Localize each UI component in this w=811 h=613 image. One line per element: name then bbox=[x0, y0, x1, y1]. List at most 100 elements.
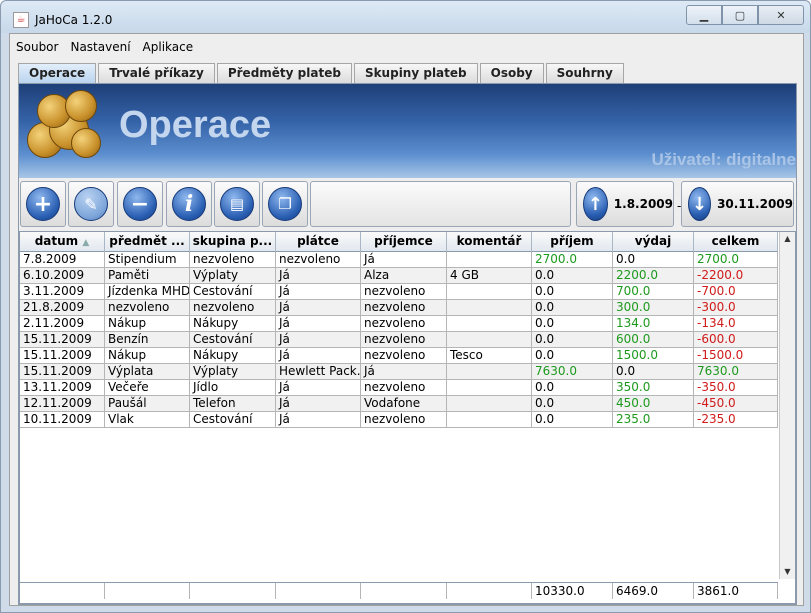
arrow-up-icon: ↑ bbox=[583, 187, 608, 221]
table-body: 7.8.2009 Stipendium nezvoleno nezvoleno Já 27… bbox=[20, 252, 778, 428]
cell-celkem: 2700.0 bbox=[694, 252, 778, 267]
column-header-prijem[interactable]: příjem bbox=[532, 232, 613, 252]
column-header-platce[interactable]: plátce bbox=[276, 232, 361, 252]
cell-platce: Já bbox=[276, 396, 361, 411]
cell-prijem: 0.0 bbox=[532, 316, 613, 331]
cell-celkem: -600.0 bbox=[694, 332, 778, 347]
column-header-vydaj[interactable]: výdaj bbox=[613, 232, 694, 252]
cell-platce: Já bbox=[276, 268, 361, 283]
cell-skupina: Cestování bbox=[190, 412, 276, 427]
tab-osoby[interactable]: Osoby bbox=[479, 63, 544, 83]
column-header-skupina[interactable]: skupina p... bbox=[190, 232, 276, 252]
table-row[interactable]: 15.11.2009 Výplata Výplaty Hewlett Pack... J… bbox=[20, 364, 778, 380]
tab-bar: Operace Trvalé příkazy Předměty plateb S… bbox=[18, 63, 626, 84]
cell-celkem: -450.0 bbox=[694, 396, 778, 411]
table-row[interactable]: 13.11.2009 Večeře Jídlo Já nezvoleno 0.0 350.0… bbox=[20, 380, 778, 396]
cell-prijemce: Já bbox=[361, 364, 447, 379]
table-row[interactable]: 7.8.2009 Stipendium nezvoleno nezvoleno Já 27… bbox=[20, 252, 778, 268]
cell-predmet: Benzín bbox=[105, 332, 190, 347]
table-row[interactable]: 21.8.2009 nezvoleno nezvoleno Já nezvoleno 0.… bbox=[20, 300, 778, 316]
cell-komentar bbox=[447, 412, 532, 427]
menu-aplikace[interactable]: Aplikace bbox=[143, 40, 194, 54]
table-row[interactable]: 3.11.2009 Jízdenka MHD Cestování Já nezvolen… bbox=[20, 284, 778, 300]
column-header-prijemce[interactable]: příjemce bbox=[361, 232, 447, 252]
add-button[interactable]: + bbox=[20, 181, 66, 227]
table-row[interactable]: 12.11.2009 Paušál Telefon Já Vodafone 0.0 450.… bbox=[20, 396, 778, 412]
print-icon: ▤ bbox=[220, 187, 254, 221]
date-from-label: 1.8.2009 bbox=[613, 197, 673, 211]
cell-skupina: nezvoleno bbox=[190, 300, 276, 315]
cell-prijem: 0.0 bbox=[532, 284, 613, 299]
date-to-button[interactable]: ↓ 30.11.2009 bbox=[681, 181, 794, 227]
window-controls: ▁ ▢ ✕ bbox=[686, 5, 804, 25]
remove-icon: − bbox=[123, 187, 157, 221]
toolbar-spacer bbox=[310, 181, 571, 227]
cell-platce: Já bbox=[276, 412, 361, 427]
minimize-button[interactable]: ▁ bbox=[686, 5, 722, 25]
sort-ascending-icon: ▲ bbox=[82, 238, 90, 248]
cell-prijem: 0.0 bbox=[532, 396, 613, 411]
copy-button[interactable]: ❐ bbox=[262, 181, 308, 227]
cell-prijemce: Já bbox=[361, 252, 447, 267]
cell-komentar bbox=[447, 380, 532, 395]
cell-platce: Já bbox=[276, 284, 361, 299]
tab-souhrny[interactable]: Souhrny bbox=[545, 63, 624, 83]
scroll-down-icon[interactable]: ▼ bbox=[780, 565, 795, 579]
cell-prijemce: Alza bbox=[361, 268, 447, 283]
cell-vydaj: 0.0 bbox=[613, 252, 694, 267]
info-button[interactable]: i bbox=[166, 181, 212, 227]
app-window: ☕ JaHoCa 1.2.0 ▁ ▢ ✕ Soubor Nastavení Ap… bbox=[0, 0, 811, 613]
tab-operace[interactable]: Operace bbox=[18, 63, 97, 84]
cell-prijemce: Vodafone bbox=[361, 396, 447, 411]
table-row[interactable]: 15.11.2009 Nákup Nákupy Já nezvoleno Tesco 0.0… bbox=[20, 348, 778, 364]
table-row[interactable]: 2.11.2009 Nákup Nákupy Já nezvoleno 0.0 134.0-… bbox=[20, 316, 778, 332]
total-cell bbox=[447, 583, 532, 599]
date-from-button[interactable]: ↑ 1.8.2009 bbox=[576, 181, 674, 227]
column-header-predmet[interactable]: předmět ... bbox=[105, 232, 190, 252]
cell-celkem: -1500.0 bbox=[694, 348, 778, 363]
cell-platce: Já bbox=[276, 316, 361, 331]
cell-komentar bbox=[447, 316, 532, 331]
column-header-celkem[interactable]: celkem bbox=[694, 232, 778, 252]
cell-skupina: Nákupy bbox=[190, 316, 276, 331]
tab-skupiny-plateb[interactable]: Skupiny plateb bbox=[353, 63, 478, 83]
cell-komentar bbox=[447, 300, 532, 315]
cell-prijemce: nezvoleno bbox=[361, 316, 447, 331]
column-header-datum[interactable]: datum ▲ bbox=[20, 232, 105, 252]
table-row[interactable]: 10.11.2009 Vlak Cestování Já nezvoleno 0.0 235… bbox=[20, 412, 778, 428]
menu-soubor[interactable]: Soubor bbox=[16, 40, 58, 54]
scroll-up-icon[interactable]: ▲ bbox=[780, 232, 795, 246]
tab-trvale-prikazy[interactable]: Trvalé příkazy bbox=[98, 63, 215, 83]
cell-platce: Já bbox=[276, 332, 361, 347]
total-cell bbox=[105, 583, 190, 599]
maximize-button[interactable]: ▢ bbox=[722, 5, 758, 25]
info-icon: i bbox=[172, 187, 206, 221]
cell-datum: 7.8.2009 bbox=[20, 252, 105, 267]
table-row[interactable]: 15.11.2009 Benzín Cestování Já nezvoleno 0.0 6… bbox=[20, 332, 778, 348]
cell-prijem: 0.0 bbox=[532, 332, 613, 347]
vertical-scrollbar[interactable]: ▲ ▼ bbox=[779, 232, 795, 579]
table-row[interactable]: 6.10.2009 Paměti Výplaty Já Alza 4 GB 0.0 2200.… bbox=[20, 268, 778, 284]
cell-datum: 15.11.2009 bbox=[20, 348, 105, 363]
cell-datum: 21.8.2009 bbox=[20, 300, 105, 315]
cell-komentar bbox=[447, 364, 532, 379]
title-bar[interactable]: ☕ JaHoCa 1.2.0 ▁ ▢ ✕ bbox=[1, 1, 810, 33]
cell-skupina: Výplaty bbox=[190, 364, 276, 379]
cell-komentar: 4 GB bbox=[447, 268, 532, 283]
minimize-icon: ▁ bbox=[699, 8, 709, 22]
menu-nastaveni[interactable]: Nastavení bbox=[70, 40, 130, 54]
edit-button[interactable]: ✎ bbox=[68, 181, 114, 227]
cell-platce: Hewlett Pack... bbox=[276, 364, 361, 379]
cell-platce: Já bbox=[276, 300, 361, 315]
cell-platce: Já bbox=[276, 348, 361, 363]
remove-button[interactable]: − bbox=[117, 181, 163, 227]
cell-komentar bbox=[447, 252, 532, 267]
tab-predmety-plateb[interactable]: Předměty plateb bbox=[216, 63, 352, 83]
column-header-komentar[interactable]: komentář bbox=[447, 232, 532, 252]
cell-datum: 13.11.2009 bbox=[20, 380, 105, 395]
total-expense: 6469.0 bbox=[613, 583, 694, 599]
print-button[interactable]: ▤ bbox=[214, 181, 260, 227]
arrow-down-icon: ↓ bbox=[688, 187, 712, 221]
cell-komentar: Tesco bbox=[447, 348, 532, 363]
close-button[interactable]: ✕ bbox=[758, 5, 804, 25]
